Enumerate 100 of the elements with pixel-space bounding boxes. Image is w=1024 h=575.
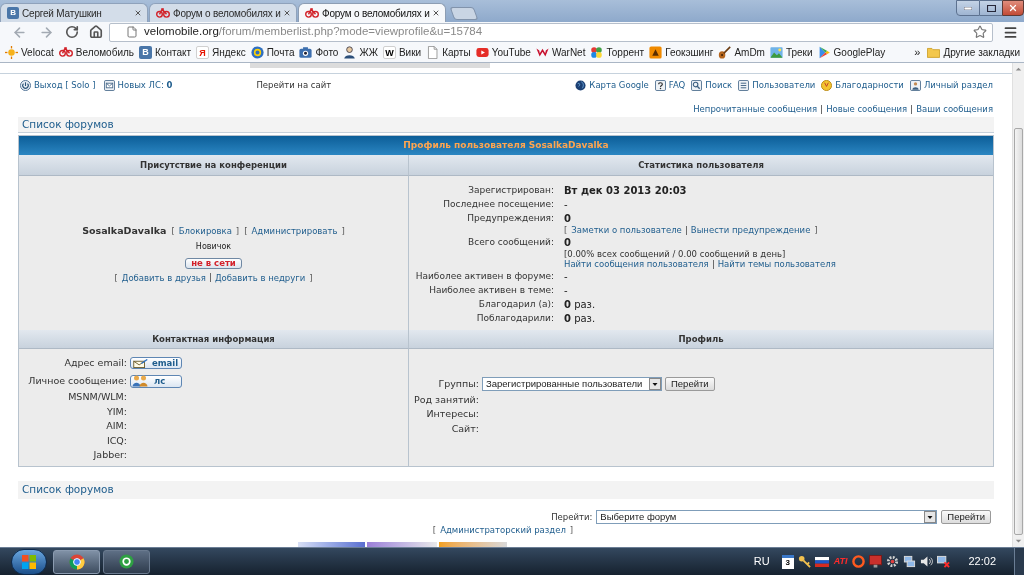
- ring-logo-icon: [119, 554, 134, 569]
- profile-action-link[interactable]: Вынести предупреждение: [690, 225, 811, 236]
- network-icon: [903, 555, 917, 568]
- user-rank: Новичок: [195, 240, 232, 253]
- messages-link[interactable]: Ваши сообщения: [916, 102, 993, 116]
- new-messages-link[interactable]: Новых ЛС: 0: [117, 78, 173, 92]
- site-link[interactable]: Перейти на сайт: [256, 78, 332, 92]
- play-triangle-icon: [817, 45, 831, 59]
- monitor-icon: [869, 555, 883, 568]
- show-desktop-button[interactable]: [1014, 547, 1024, 575]
- profile-action-link[interactable]: Найти сообщения пользователя: [564, 259, 709, 270]
- bookmark[interactable]: W Вики: [382, 44, 422, 60]
- moderation-link[interactable]: Блокировка: [178, 225, 232, 238]
- bracket: ]: [235, 225, 240, 238]
- bookmark[interactable]: Карты: [426, 44, 471, 60]
- power-icon: [20, 79, 31, 91]
- bookmark[interactable]: GooglePlay: [817, 44, 886, 60]
- camera-icon: [299, 45, 313, 59]
- browser-tab[interactable]: В Сергей Матушкин: [0, 3, 148, 22]
- forum-list-link[interactable]: Список форумов: [22, 482, 114, 499]
- flag-icon: [814, 556, 829, 567]
- bookmark-star-button[interactable]: [973, 25, 987, 39]
- browser-tab[interactable]: Форум о веломобилях и: [149, 3, 297, 22]
- bookmark[interactable]: Торрент: [590, 44, 645, 60]
- close-icon[interactable]: [134, 9, 142, 17]
- bookmark[interactable]: Веломобиль: [58, 44, 134, 60]
- bookmark[interactable]: WarNet: [535, 44, 586, 60]
- nav-link[interactable]: Благодарности: [835, 78, 904, 92]
- close-window-button[interactable]: [1002, 0, 1024, 16]
- folder-icon: [927, 45, 941, 59]
- username: SosalkaDavalka: [82, 224, 167, 239]
- field-label: Адрес email:: [63, 356, 127, 371]
- field-value: 0 раз.: [564, 312, 596, 324]
- admin-link[interactable]: Администраторский раздел: [440, 524, 566, 537]
- envelope-icon: [103, 79, 115, 91]
- bookmark[interactable]: Почта: [250, 44, 295, 60]
- more-bookmarks-button[interactable]: »: [914, 43, 921, 61]
- field-value: Вт дек 03 2013 20:03: [564, 184, 687, 196]
- envelope-icon: [133, 358, 148, 368]
- bookmark[interactable]: Velocat: [5, 44, 54, 60]
- forum-list-link[interactable]: Список форумов: [22, 116, 114, 133]
- messages-link[interactable]: Новые сообщения: [826, 102, 908, 116]
- close-icon[interactable]: [283, 9, 291, 17]
- bookmark[interactable]: AmDm: [718, 44, 765, 60]
- bookmark[interactable]: Фото: [299, 44, 339, 60]
- close-icon[interactable]: [432, 9, 440, 17]
- section-header: Присутствие на конференции: [19, 155, 409, 177]
- letter-logo: В: [139, 45, 152, 59]
- bookmark[interactable]: YouTube: [475, 44, 531, 60]
- menu-button[interactable]: [1003, 24, 1018, 40]
- nav-link[interactable]: Личный раздел: [923, 78, 993, 92]
- profile-action-link[interactable]: Заметки о пользователе: [571, 225, 682, 236]
- bicycle-icon: [58, 47, 73, 57]
- nav-link[interactable]: Карта Google: [589, 78, 649, 92]
- counter-banner: [439, 542, 507, 547]
- scrollbar-thumb[interactable]: [1014, 128, 1023, 535]
- friend-link[interactable]: Добавить в недруги: [214, 271, 306, 285]
- list-icon: [738, 79, 750, 91]
- field-label: Наиболее активен в форуме:: [415, 270, 554, 282]
- home-button[interactable]: [89, 25, 103, 39]
- browser-tab[interactable]: Форум о веломобилях и: [298, 3, 446, 22]
- dropdown-select[interactable]: Выберите форум: [596, 510, 938, 524]
- email-button[interactable]: email: [130, 357, 182, 370]
- profile-action-link[interactable]: Найти темы пользователя: [717, 259, 836, 270]
- field-label: Благодарил (а):: [478, 298, 554, 310]
- section-header: Статистика пользователя: [409, 155, 993, 177]
- go-button[interactable]: Перейти: [941, 510, 991, 524]
- nav-link[interactable]: FAQ: [668, 78, 686, 92]
- messages-link[interactable]: Непрочитанные сообщения: [693, 102, 818, 116]
- question-icon: [654, 79, 666, 91]
- reload-button[interactable]: [65, 25, 79, 39]
- counter-banner: [298, 542, 365, 547]
- go-button[interactable]: Перейти: [665, 377, 715, 392]
- bookmark[interactable]: ЖЖ: [343, 44, 378, 60]
- friend-link[interactable]: Добавить в друзья: [121, 271, 206, 285]
- other-bookmarks-folder[interactable]: Другие закладки: [927, 44, 1020, 60]
- bracket: ]: [341, 225, 345, 238]
- message-button[interactable]: лс: [130, 374, 182, 388]
- bookmark[interactable]: Я Яндекс: [196, 44, 246, 60]
- bracket: [: [564, 225, 568, 236]
- nav-link[interactable]: Пользователи: [752, 78, 816, 92]
- people-icon: [132, 375, 148, 388]
- maximize-button[interactable]: [980, 0, 1002, 16]
- taskbar-button[interactable]: [53, 549, 100, 574]
- bookmark[interactable]: Геокэшинг: [649, 44, 714, 60]
- letter-logo: В: [7, 7, 19, 19]
- network-error-icon: [937, 555, 951, 568]
- bookmark[interactable]: Треки: [769, 44, 813, 60]
- calendar-date[interactable]: 3: [781, 554, 794, 569]
- input-language[interactable]: RU: [753, 553, 770, 570]
- logout-link[interactable]: Выход [ Solo ]: [34, 78, 96, 92]
- section-header: Контактная информация: [19, 330, 409, 350]
- start-button[interactable]: [11, 548, 47, 575]
- moderation-link[interactable]: Администрировать: [251, 225, 338, 238]
- bookmark[interactable]: В Контакт: [139, 44, 192, 60]
- bracket: ]: [309, 271, 313, 285]
- address-bar[interactable]: velomobile.org/forum/memberlist.php?mode=viewprofile&u=15784: [109, 22, 993, 42]
- dropdown-select[interactable]: Зарегистрированные пользователи: [482, 377, 662, 392]
- nav-link[interactable]: Поиск: [705, 78, 733, 92]
- taskbar-button[interactable]: [103, 549, 150, 574]
